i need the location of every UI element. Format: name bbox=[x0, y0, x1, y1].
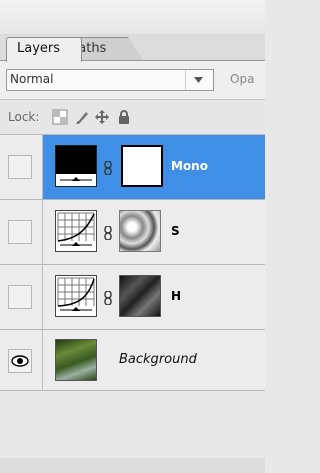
layer-content: S bbox=[43, 200, 265, 264]
lock-move-icon[interactable] bbox=[94, 109, 110, 125]
blend-mode-dropdown[interactable]: Normal bbox=[6, 69, 214, 91]
mask-link-icon[interactable] bbox=[103, 160, 113, 176]
mask-link-icon[interactable] bbox=[103, 290, 113, 306]
layer-name: Mono bbox=[171, 159, 208, 173]
eye-icon[interactable] bbox=[8, 349, 32, 373]
curves-thumbnail bbox=[55, 210, 97, 252]
layer-content: Background bbox=[43, 330, 265, 390]
blend-mode-value: Normal bbox=[10, 72, 54, 86]
gradient-map-thumbnail bbox=[55, 145, 97, 187]
layer-content: H bbox=[43, 265, 265, 329]
layer-row-background[interactable]: Background bbox=[0, 330, 265, 391]
lock-row: Lock: bbox=[0, 100, 265, 135]
blend-row: Normal Opa bbox=[0, 61, 265, 100]
layer-name: Background bbox=[119, 352, 197, 367]
forest-image-thumbnail bbox=[55, 339, 97, 381]
lock-label: Lock: bbox=[8, 110, 40, 124]
lock-all-icon[interactable] bbox=[116, 109, 132, 125]
layer-row-s[interactable]: S bbox=[0, 200, 265, 265]
panel-tab-bar: Layers Paths bbox=[0, 34, 265, 62]
layer-mask-thumbnail bbox=[119, 210, 161, 252]
visibility-toggle[interactable] bbox=[8, 220, 32, 244]
layer-row-mono[interactable]: Mono bbox=[0, 135, 265, 200]
layer-row-h[interactable]: H bbox=[0, 265, 265, 330]
layer-mask-thumbnail bbox=[121, 145, 163, 187]
panel-bottom-band bbox=[0, 458, 265, 473]
layer-name: S bbox=[171, 224, 180, 238]
mask-link-icon[interactable] bbox=[103, 225, 113, 241]
tab-layers-label: Layers bbox=[17, 41, 61, 56]
layer-mask-thumbnail bbox=[119, 275, 161, 317]
curves-thumbnail bbox=[55, 275, 97, 317]
panel-top-band bbox=[0, 0, 265, 34]
visibility-toggle[interactable] bbox=[8, 155, 32, 179]
chevron-down-icon[interactable] bbox=[185, 70, 210, 90]
layer-name: H bbox=[171, 289, 182, 303]
tab-layers[interactable]: Layers bbox=[6, 37, 82, 62]
visibility-toggle[interactable] bbox=[8, 285, 32, 309]
layer-content: Mono bbox=[43, 135, 265, 199]
lock-transparent-icon[interactable] bbox=[52, 109, 68, 125]
lock-brush-icon[interactable] bbox=[74, 109, 90, 125]
tab-bar-filler bbox=[120, 37, 265, 59]
opacity-label: Opa bbox=[230, 72, 255, 86]
